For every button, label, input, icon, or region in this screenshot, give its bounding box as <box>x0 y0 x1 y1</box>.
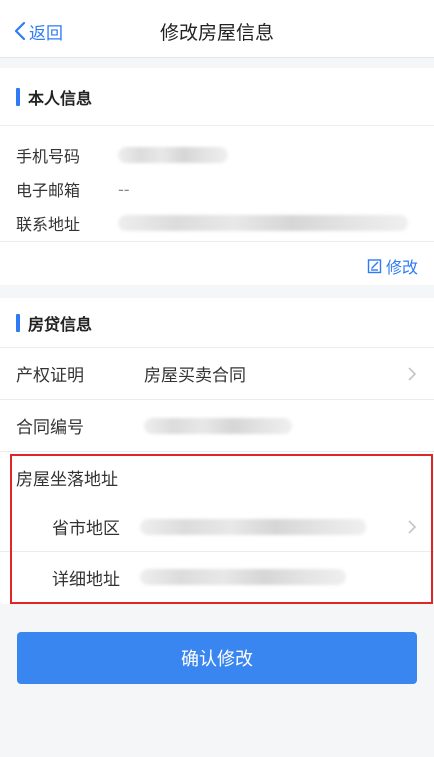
contract-no-redacted <box>144 417 292 434</box>
email-row: 电子邮箱 -- <box>0 172 434 206</box>
phone-row: 手机号码 <box>0 138 434 172</box>
phone-value-redacted <box>118 147 228 163</box>
nav-bar: 返回 修改房屋信息 <box>0 0 434 58</box>
chevron-right-icon <box>408 366 416 381</box>
address-row: 联系地址 <box>0 206 434 240</box>
loan-info-header: 房贷信息 <box>0 298 434 348</box>
edit-icon <box>367 259 382 274</box>
section-title: 房贷信息 <box>28 314 93 334</box>
section-accent-bar <box>16 87 20 106</box>
contract-no-label: 合同编号 <box>16 418 84 438</box>
address-value-redacted <box>118 215 408 231</box>
confirm-button[interactable]: 确认修改 <box>17 632 417 684</box>
personal-info-header: 本人信息 <box>0 68 434 126</box>
section-title: 本人信息 <box>28 88 93 108</box>
section-accent-bar <box>16 313 20 332</box>
personal-info-section: 本人信息 手机号码 电子邮箱 -- 联系地址 <box>0 68 434 241</box>
edit-label: 修改 <box>385 258 418 277</box>
email-value: -- <box>118 179 130 199</box>
address-label: 联系地址 <box>16 215 81 234</box>
edit-personal-button[interactable]: 修改 <box>367 254 418 278</box>
phone-label: 手机号码 <box>16 147 81 166</box>
property-cert-value: 房屋买卖合同 <box>144 366 246 386</box>
address-highlight-box <box>10 454 433 604</box>
page-title: 修改房屋信息 <box>159 22 274 44</box>
contract-no-row[interactable]: 合同编号 <box>0 400 434 452</box>
property-cert-row[interactable]: 产权证明 房屋买卖合同 <box>0 348 434 400</box>
email-label: 电子邮箱 <box>16 181 81 200</box>
edit-row: 修改 <box>0 241 434 285</box>
property-cert-label: 产权证明 <box>16 366 84 386</box>
